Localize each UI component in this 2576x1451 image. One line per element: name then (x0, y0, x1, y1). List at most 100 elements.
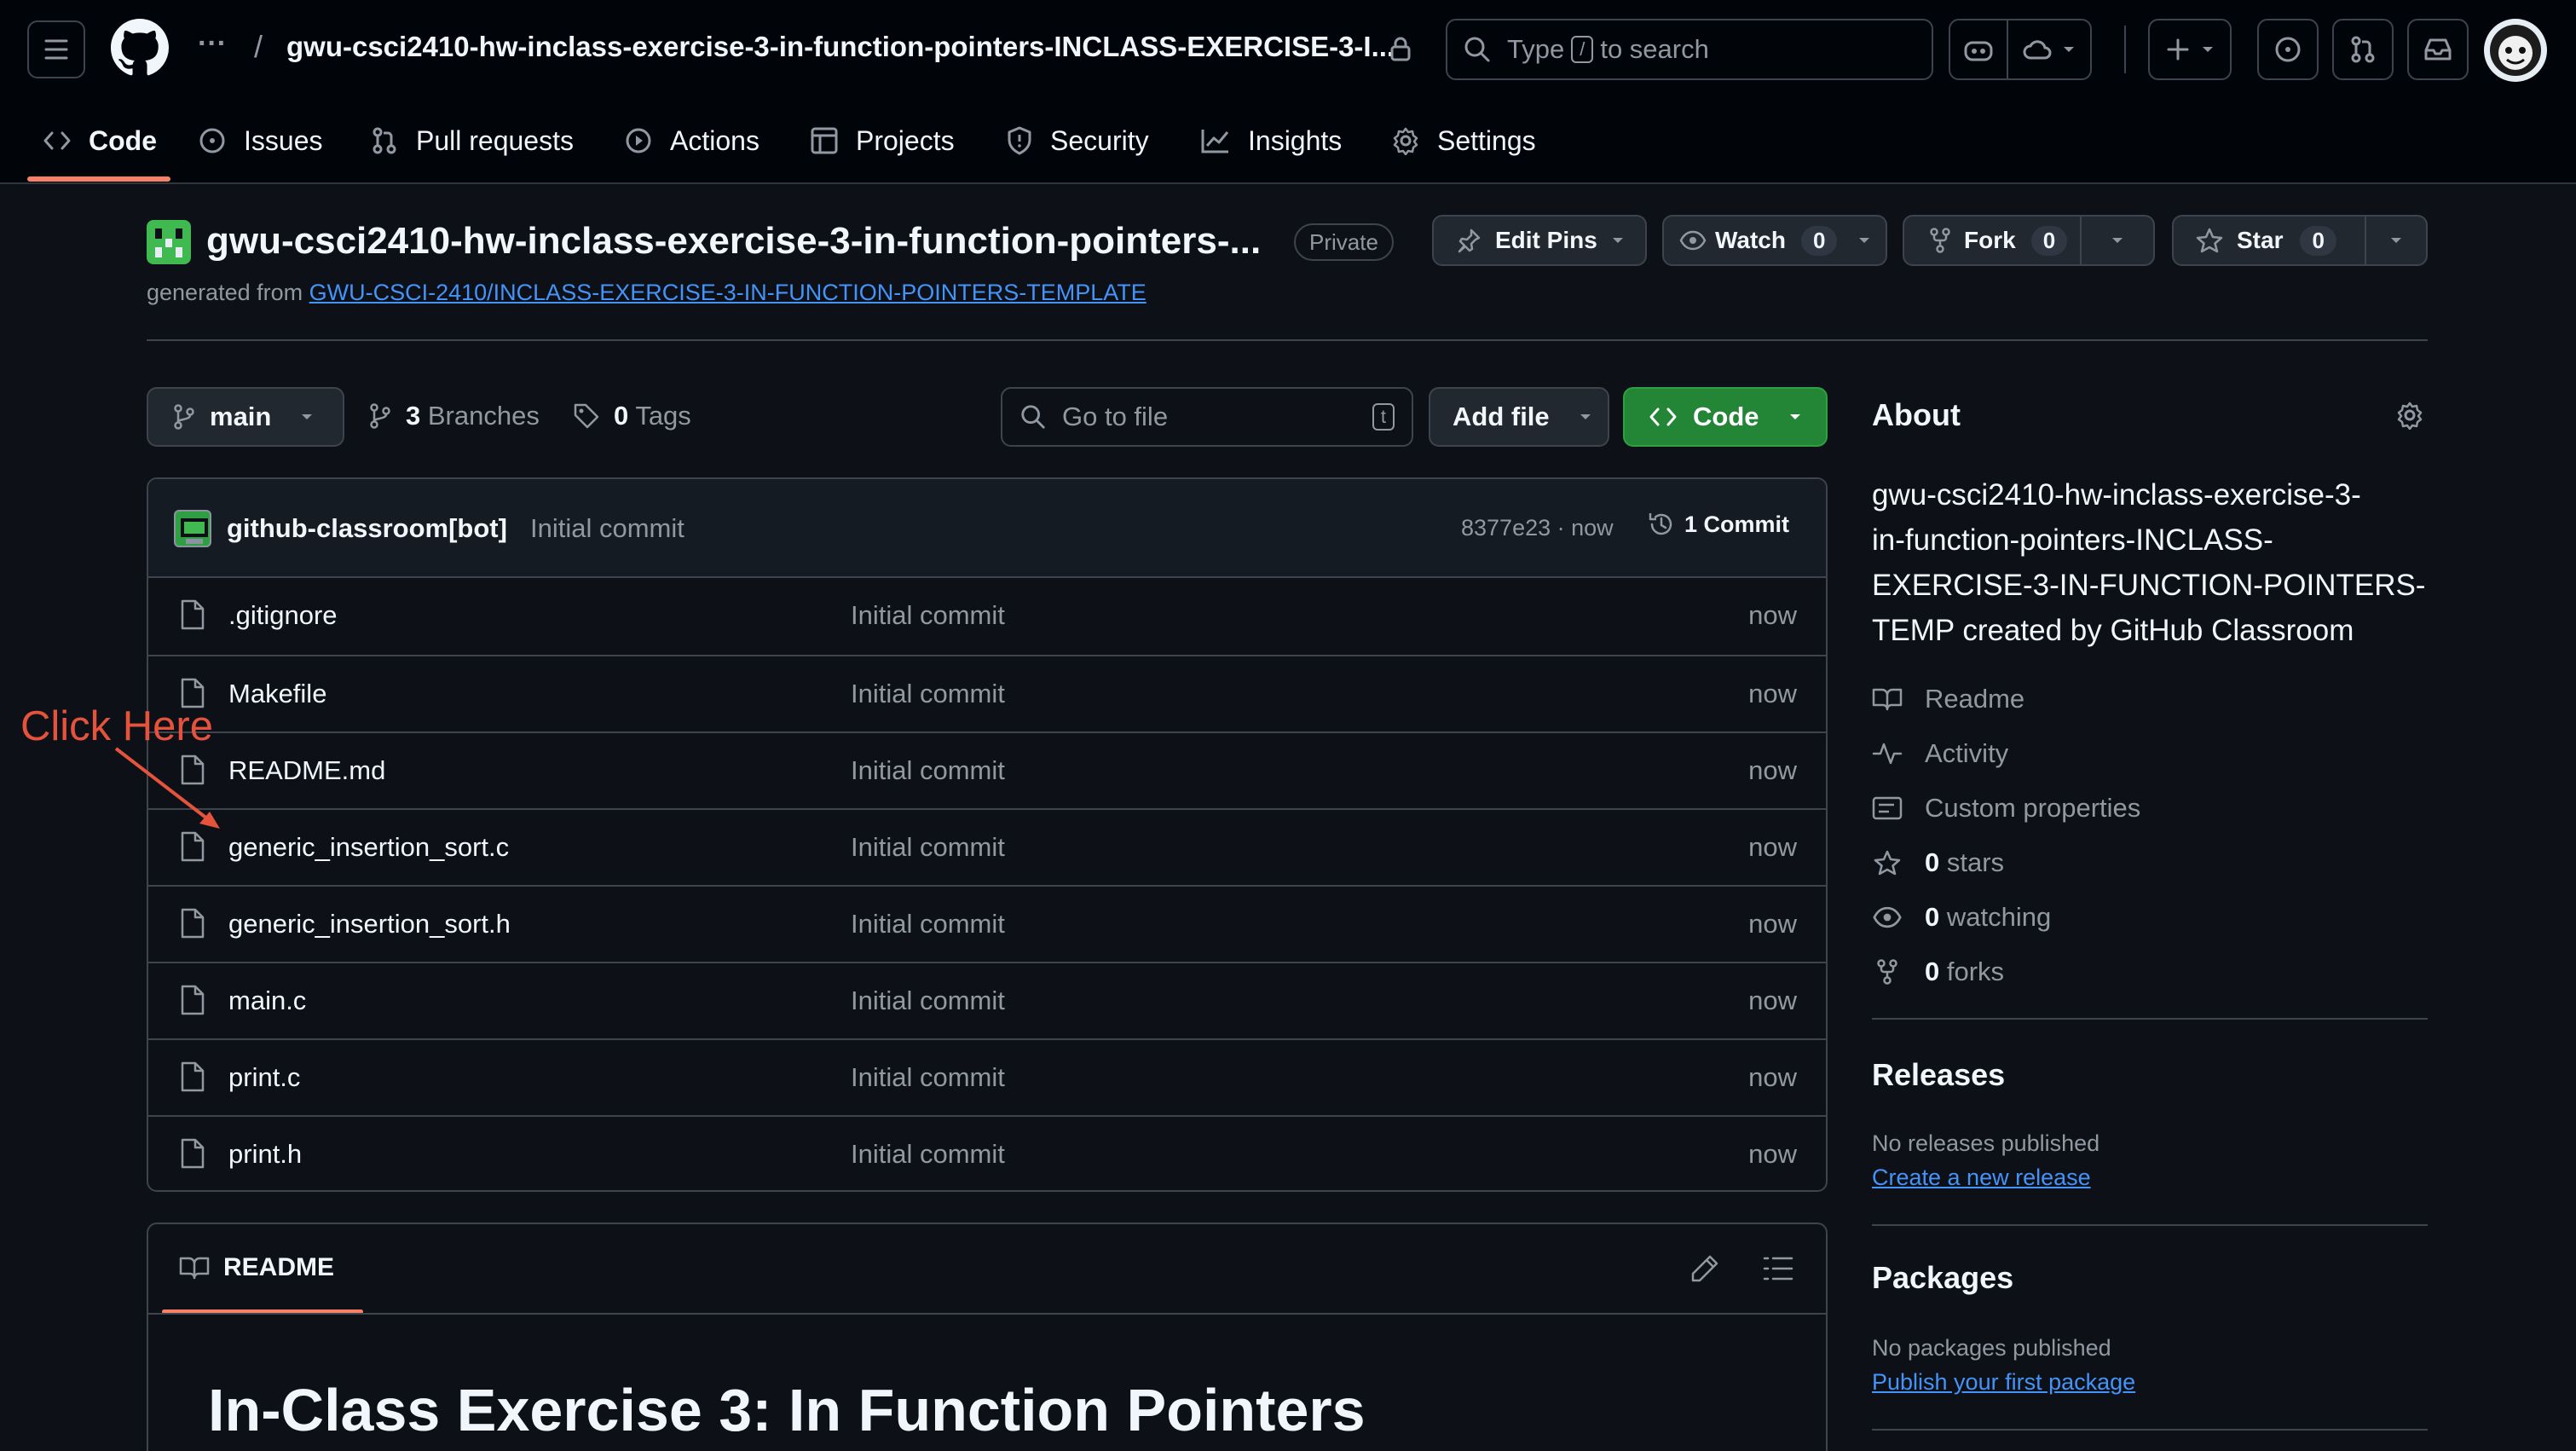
file-commit-time: now (1748, 832, 1797, 862)
branch-selector[interactable]: main (147, 387, 344, 447)
tab-settings[interactable]: Settings (1391, 119, 1536, 162)
tab-projects[interactable]: Projects (810, 119, 955, 162)
star-menu-button[interactable] (2365, 215, 2428, 266)
graph-icon (1201, 130, 1229, 153)
file-commit-message[interactable]: Initial commit (851, 832, 1005, 863)
about-custom-properties-link[interactable]: Custom properties (1872, 789, 2140, 827)
file-row[interactable]: print.c Initial commit now (148, 1038, 1826, 1115)
file-commit-message[interactable]: Initial commit (851, 1139, 1005, 1170)
create-release-link[interactable]: Create a new release (1872, 1165, 2091, 1191)
pencil-icon[interactable] (1689, 1253, 1720, 1284)
file-name[interactable]: print.c (228, 1062, 300, 1093)
about-activity-link[interactable]: Activity (1872, 735, 2008, 772)
tab-pull-requests[interactable]: Pull requests (370, 119, 574, 162)
inbox-button[interactable] (2407, 19, 2469, 80)
chevron-down-icon (1859, 238, 1870, 243)
code-button[interactable]: Code (1623, 387, 1828, 447)
file-name[interactable]: main.c (228, 986, 306, 1016)
file-name[interactable]: generic_insertion_sort.c (228, 832, 509, 863)
star-count: 0 (2300, 225, 2336, 256)
file-name[interactable]: README.md (228, 755, 385, 786)
about-watching-link[interactable]: 0 watching (1872, 899, 2051, 936)
releases-empty: No releases published (1872, 1130, 2100, 1156)
tab-actions[interactable]: Actions (624, 119, 760, 162)
chevron-down-icon (302, 414, 313, 419)
star-label: Star (2237, 227, 2284, 253)
releases-title[interactable]: Releases (1872, 1057, 2005, 1093)
github-logo-icon[interactable] (111, 19, 169, 77)
chevron-down-icon (1580, 414, 1591, 419)
pull-requests-button[interactable] (2332, 19, 2394, 80)
about-description: gwu-csci2410-hw-inclass-exercise-3- in-f… (1872, 472, 2425, 653)
outline-list-icon[interactable] (1763, 1255, 1793, 1282)
menu-button[interactable] (27, 20, 85, 78)
tab-code[interactable]: Code (43, 119, 157, 162)
watch-button[interactable]: Watch 0 (1662, 215, 1887, 266)
file-commit-time: now (1748, 600, 1797, 630)
star-button[interactable]: Star 0 (2172, 215, 2366, 266)
copilot-menu-button[interactable] (2007, 19, 2092, 80)
star-icon (1874, 850, 1901, 876)
add-file-button[interactable]: Add file (1429, 387, 1609, 447)
create-new-button[interactable] (2148, 19, 2232, 80)
file-row[interactable]: main.c Initial commit now (148, 962, 1826, 1038)
breadcrumb-repo[interactable]: gwu-csci2410-hw-inclass-exercise-3-in-fu… (286, 31, 1395, 63)
template-link[interactable]: GWU-CSCI-2410/INCLASS-EXERCISE-3-IN-FUNC… (309, 280, 1146, 305)
breadcrumb-ellipsis[interactable]: ··· (198, 27, 227, 61)
file-commit-message[interactable]: Initial commit (851, 909, 1005, 939)
generated-from: generated from GWU-CSCI-2410/INCLASS-EXE… (147, 280, 1146, 306)
branch-icon (174, 404, 194, 430)
file-commit-message[interactable]: Initial commit (851, 755, 1005, 786)
tab-issues[interactable]: Issues (198, 119, 322, 162)
commit-message[interactable]: Initial commit (530, 513, 684, 544)
bot-avatar[interactable] (174, 510, 211, 547)
file-commit-message[interactable]: Initial commit (851, 1062, 1005, 1093)
pull-request-icon (373, 127, 396, 154)
about-readme-link[interactable]: Readme (1872, 680, 2024, 718)
file-name[interactable]: .gitignore (228, 600, 338, 631)
branches-count: 3 (406, 401, 421, 431)
file-row[interactable]: .gitignore Initial commit now (148, 578, 1826, 655)
issues-button[interactable] (2257, 19, 2319, 80)
about-watching-label: watching (1946, 902, 2052, 932)
commits-link[interactable]: 1 Commit (1647, 510, 1789, 539)
tab-insights[interactable]: Insights (1200, 119, 1342, 162)
sidebar-divider (1872, 1224, 2428, 1226)
fork-menu-button[interactable] (2080, 215, 2155, 266)
commit-author[interactable]: github-classroom[bot] (227, 513, 507, 544)
branches-link[interactable]: 3 Branches (368, 401, 540, 431)
readme-tab[interactable]: README (179, 1253, 334, 1282)
gear-icon[interactable] (2395, 401, 2424, 430)
publish-package-link[interactable]: Publish your first package (1872, 1369, 2135, 1396)
code-icon (1649, 408, 1677, 426)
about-stars-link[interactable]: 0 stars (1872, 844, 2004, 882)
about-forks-link[interactable]: 0 forks (1872, 953, 2004, 991)
file-commit-message[interactable]: Initial commit (851, 986, 1005, 1016)
packages-title[interactable]: Packages (1872, 1260, 2013, 1296)
file-row[interactable]: Makefile Initial commit now (148, 655, 1826, 731)
file-commit-message[interactable]: Initial commit (851, 600, 1005, 631)
code-icon (43, 131, 71, 150)
edit-pins-button[interactable]: Edit Pins (1432, 215, 1647, 266)
tab-security[interactable]: Security (1006, 119, 1149, 162)
file-name[interactable]: Makefile (228, 679, 326, 709)
goto-file-input[interactable]: Go to file t (1001, 387, 1413, 447)
visibility-badge: Private (1294, 223, 1394, 261)
file-row[interactable]: generic_insertion_sort.h Initial commit … (148, 885, 1826, 962)
file-row[interactable]: generic_insertion_sort.c Initial commit … (148, 808, 1826, 885)
file-name[interactable]: generic_insertion_sort.h (228, 909, 511, 939)
tags-link[interactable]: 0 Tags (573, 401, 691, 431)
chevron-down-icon (2112, 238, 2123, 243)
file-row[interactable]: README.md Initial commit now (148, 731, 1826, 808)
repo-title[interactable]: gwu-csci2410-hw-inclass-exercise-3-in-fu… (206, 220, 1261, 263)
copilot-button[interactable] (1949, 19, 2008, 80)
commit-hash-time[interactable]: 8377e23 · now (1461, 515, 1614, 541)
file-commit-message[interactable]: Initial commit (851, 679, 1005, 709)
tab-security-label: Security (1050, 124, 1149, 156)
fork-button[interactable]: Fork 0 (1903, 215, 2082, 266)
global-search[interactable]: Type / to search (1446, 19, 1933, 80)
file-row[interactable]: print.h Initial commit now (148, 1115, 1826, 1190)
file-name[interactable]: print.h (228, 1139, 302, 1170)
commits-label: 1 Commit (1684, 511, 1790, 537)
avatar[interactable] (2484, 19, 2547, 82)
